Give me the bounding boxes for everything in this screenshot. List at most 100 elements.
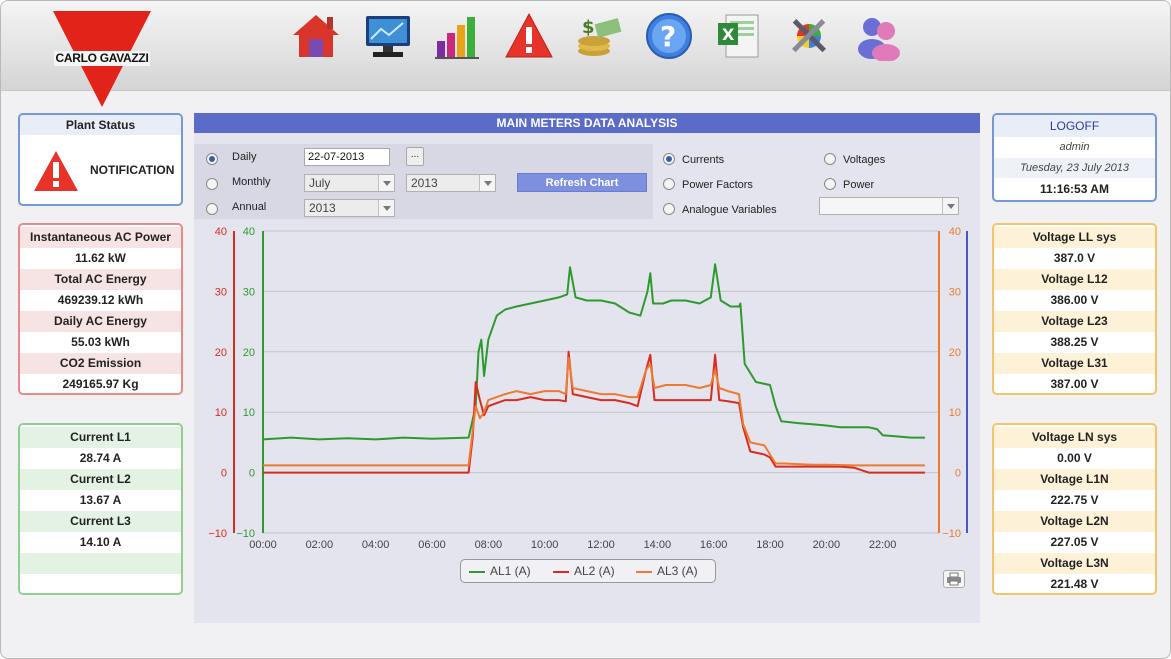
- voltage-l1n-label: Voltage L1N: [994, 469, 1155, 490]
- power-factors-radio[interactable]: [663, 178, 675, 190]
- username: admin: [1059, 141, 1090, 153]
- ac-power-panel: Instantaneous AC Power 11.62 kW Total AC…: [18, 223, 183, 395]
- al3-y-tick-label: 20: [949, 347, 961, 359]
- power-radio[interactable]: [824, 178, 836, 190]
- users-icon[interactable]: [854, 11, 904, 62]
- currents-radio[interactable]: [663, 153, 675, 165]
- daily-label: Daily: [232, 151, 257, 163]
- header: CARLO GAVAZZI $ ? X: [1, 1, 1170, 107]
- x-tick-label: 02:00: [306, 539, 334, 551]
- al1-y-tick-label: 30: [243, 286, 255, 298]
- month-year-select[interactable]: 2013: [406, 174, 496, 192]
- legend-al1[interactable]: AL1 (A): [469, 560, 531, 582]
- al1-y-tick-label: 20: [243, 347, 255, 359]
- voltage-ln-sys-label: Voltage LN sys: [994, 427, 1155, 448]
- analogue-variables-radio[interactable]: [663, 203, 675, 215]
- voltage-l2n-value: 227.05 V: [1050, 535, 1099, 549]
- al3-y-tick-label: −10: [942, 528, 961, 540]
- warning-icon: [34, 151, 78, 191]
- voltage-ll-sys-value: 387.0 V: [1053, 251, 1096, 265]
- current-l3-label: Current L3: [20, 511, 181, 532]
- series-line-al3: [263, 356, 925, 467]
- tools-icon[interactable]: [784, 11, 834, 61]
- calendar-button[interactable]: ...: [406, 147, 424, 166]
- refresh-chart-button[interactable]: Refresh Chart: [517, 173, 647, 192]
- currents-panel: Current L1 28.74 A Current L2 13.67 A Cu…: [18, 423, 183, 595]
- voltage-l2n-label: Voltage L2N: [994, 511, 1155, 532]
- plant-status-title: Plant Status: [20, 115, 181, 135]
- annual-year-select[interactable]: 2013: [304, 199, 395, 217]
- x-tick-label: 12:00: [587, 539, 615, 551]
- annual-radio[interactable]: [206, 203, 218, 215]
- x-tick-label: 10:00: [531, 539, 559, 551]
- current-l1-label: Current L1: [20, 427, 181, 448]
- currents-chart: 40 40 4030 30 3020 20 2010 10 100 0 0−10 −10 −1000:0…: [208, 226, 968, 551]
- legend-al3[interactable]: AL3 (A): [636, 560, 698, 582]
- current-l2-label: Current L2: [20, 469, 181, 490]
- voltage-l1n-value: 222.75 V: [1050, 493, 1099, 507]
- x-tick-label: 16:00: [700, 539, 728, 551]
- chevron-down-icon: [378, 200, 394, 216]
- voltage-l31-label: Voltage L31: [994, 353, 1155, 374]
- voltage-l3n-label: Voltage L3N: [994, 553, 1155, 574]
- current-l3-value: 14.10 A: [79, 535, 122, 549]
- co2-emission-label: CO2 Emission: [20, 353, 181, 374]
- logoff-link[interactable]: LOGOFF: [994, 115, 1155, 137]
- chevron-down-icon: [479, 175, 495, 191]
- legend-al2-label: AL2 (A): [574, 564, 615, 578]
- annual-year-select-value: 2013: [309, 201, 336, 215]
- legend-al2-swatch: [553, 570, 569, 573]
- daily-radio[interactable]: [206, 153, 218, 165]
- month-select[interactable]: July: [304, 174, 395, 192]
- analogue-variables-select[interactable]: [819, 197, 959, 215]
- monthly-radio[interactable]: [206, 178, 218, 190]
- plant-status-panel: Plant Status NOTIFICATION: [18, 113, 183, 206]
- voltage-l31-value: 387.00 V: [1050, 377, 1099, 391]
- daily-ac-energy-value: 55.03 kWh: [71, 335, 130, 349]
- voltage-ll-panel: Voltage LL sys 387.0 V Voltage L12 386.0…: [992, 223, 1157, 395]
- warning-icon[interactable]: [504, 11, 554, 61]
- main-panel: MAIN METERS DATA ANALYSIS Daily ... Mont…: [194, 113, 980, 623]
- bar-chart-icon[interactable]: [433, 11, 483, 61]
- al2-y-tick-label: 20: [215, 347, 227, 359]
- monitor-icon[interactable]: [363, 11, 413, 61]
- currents-label: Currents: [682, 154, 725, 166]
- current-l2-value: 13.67 A: [79, 493, 122, 507]
- co2-emission-value: 249165.97 Kg: [62, 377, 139, 391]
- user-panel: LOGOFF admin Tuesday, 23 July 2013 11:16…: [992, 113, 1157, 202]
- legend-al3-swatch: [636, 570, 652, 573]
- annual-label: Annual: [232, 201, 267, 213]
- voltage-l3n-value: 221.48 V: [1050, 577, 1099, 591]
- empty-row: [20, 553, 181, 574]
- voltages-radio[interactable]: [824, 153, 836, 165]
- month-year-select-value: 2013: [411, 176, 438, 190]
- chevron-down-icon: [378, 175, 394, 191]
- money-icon[interactable]: $: [574, 11, 624, 61]
- page-title: MAIN METERS DATA ANALYSIS: [194, 113, 980, 133]
- voltages-label: Voltages: [843, 154, 886, 166]
- al3-y-tick-label: 40: [949, 226, 961, 238]
- analogue-variables-label: Analogue Variables: [682, 204, 777, 216]
- power-label: Power: [843, 179, 875, 191]
- legend-al1-label: AL1 (A): [490, 564, 531, 578]
- total-ac-energy-value: 469239.12 kWh: [57, 293, 144, 307]
- excel-icon[interactable]: X: [714, 11, 764, 61]
- home-icon[interactable]: [291, 11, 341, 61]
- al1-y-tick-label: 10: [243, 407, 255, 419]
- printer-icon: [947, 572, 961, 586]
- x-tick-label: 08:00: [475, 539, 503, 551]
- voltage-l12-value: 386.00 V: [1050, 293, 1099, 307]
- voltage-ln-panel: Voltage LN sys 0.00 V Voltage L1N 222.75…: [992, 423, 1157, 595]
- date-input[interactable]: [304, 148, 390, 166]
- x-tick-label: 04:00: [362, 539, 390, 551]
- chevron-down-icon: [942, 198, 958, 214]
- al1-y-tick-label: 0: [249, 468, 255, 480]
- daily-ac-energy-label: Daily AC Energy: [20, 311, 181, 332]
- legend-al3-label: AL3 (A): [657, 564, 698, 578]
- legend-al2[interactable]: AL2 (A): [553, 560, 615, 582]
- help-icon[interactable]: ?: [644, 11, 694, 61]
- notification-label[interactable]: NOTIFICATION: [90, 163, 174, 177]
- print-button[interactable]: [943, 570, 965, 588]
- monthly-label: Monthly: [232, 176, 271, 188]
- voltage-ln-sys-value: 0.00 V: [1057, 451, 1092, 465]
